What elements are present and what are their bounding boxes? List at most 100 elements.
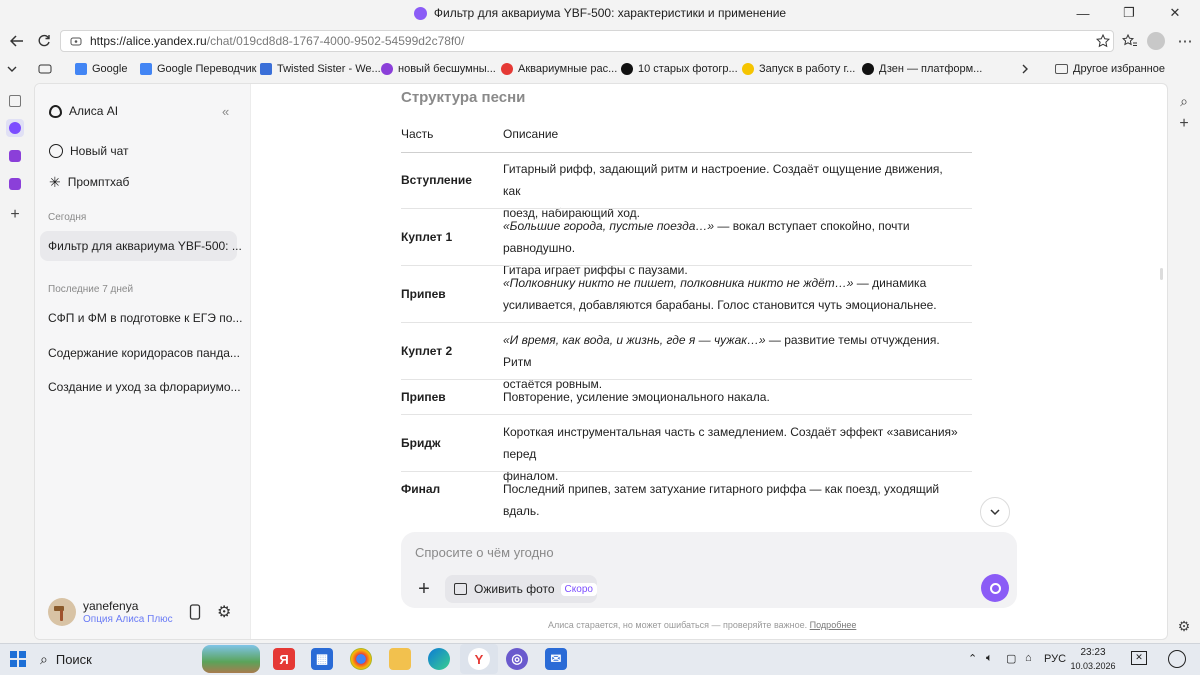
table-cell-description: Повторение, усиление эмоционального нака…	[503, 390, 770, 404]
close-window-button[interactable]: ✕	[1152, 0, 1198, 26]
search-highlight-image[interactable]	[202, 645, 260, 673]
camera-icon[interactable]: ▢	[1006, 652, 1016, 665]
bookmarks-more-chevron-icon[interactable]	[1020, 60, 1030, 78]
amazon-music-icon	[260, 63, 272, 75]
settings-gear-icon[interactable]: ⚙	[217, 602, 231, 622]
new-tab-plus-icon[interactable]: +	[6, 206, 24, 224]
bookmark-item[interactable]: новый бесшумны...	[381, 60, 496, 78]
tray-chevron-icon[interactable]: ⌃	[968, 652, 977, 665]
translate-icon	[140, 63, 152, 75]
yandex-browser-icon[interactable]: Я	[273, 648, 295, 670]
volume-icon[interactable]: 🔈︎	[986, 652, 993, 665]
notifications-icon[interactable]	[1168, 650, 1186, 668]
app-icon[interactable]: ◎	[506, 648, 528, 670]
soon-badge: Скоро	[560, 582, 597, 596]
app-brand: Алиса AI	[49, 104, 118, 118]
url-path: /chat/019cd8d8-1767-4000-9502-54599d2c78…	[206, 34, 465, 48]
phone-icon[interactable]	[189, 604, 201, 625]
bookmark-item[interactable]: Дзен — платформ...	[862, 60, 982, 78]
settings-gear-icon[interactable]: ⚙	[1175, 617, 1193, 635]
attach-plus-icon[interactable]: +	[413, 578, 435, 600]
profile-avatar[interactable]	[1143, 30, 1169, 52]
edge-icon[interactable]	[428, 648, 450, 670]
site-info-icon[interactable]	[69, 34, 83, 48]
play-icon	[742, 63, 754, 75]
reload-icon[interactable]	[31, 30, 57, 52]
alice-tab-icon[interactable]	[6, 147, 24, 165]
bookmark-item[interactable]: 10 старых фотогр...	[621, 60, 738, 78]
bookmark-item[interactable]: Аквариумные рас...	[501, 60, 617, 78]
clock-time[interactable]: 23:23	[1070, 647, 1116, 658]
collapse-sidebar-icon[interactable]: «	[222, 104, 229, 119]
table-cell-part: Куплет 1	[401, 230, 453, 244]
address-bar[interactable]: https://alice.yandex.ru/chat/019cd8d8-17…	[60, 30, 1114, 52]
clock-date[interactable]: 10.03.2026	[1068, 661, 1118, 671]
bookmark-item[interactable]: Twisted Sister - We...	[260, 60, 381, 78]
section-today-label: Сегодня	[48, 212, 87, 223]
add-sidebar-plus-icon[interactable]: +	[1175, 115, 1193, 133]
divider	[401, 322, 972, 323]
favorite-star-icon[interactable]	[1090, 30, 1116, 52]
chat-sidebar	[35, 84, 251, 639]
user-name: yanefenya	[83, 599, 139, 613]
user-plan-link[interactable]: Опция Алиса Плюс	[83, 614, 173, 625]
chat-history-item[interactable]: Содержание коридорасов панда...	[48, 346, 240, 360]
minimize-button[interactable]: —	[1060, 0, 1106, 26]
bookmark-item[interactable]: Google	[75, 60, 127, 78]
more-info-link[interactable]: Подробнее	[810, 620, 857, 630]
table-cell-description: «Полковнику никто не пишет, полковника н…	[503, 276, 937, 312]
alice-favicon-icon	[413, 6, 427, 20]
alice-logo-icon	[49, 104, 62, 118]
other-favorites-folder[interactable]: Другое избранное	[1055, 60, 1165, 78]
maximize-button[interactable]: ❐	[1106, 0, 1152, 26]
chevron-down-icon	[990, 509, 1000, 516]
alice-tab-icon[interactable]	[6, 119, 24, 137]
network-icon[interactable]: ⌂	[1025, 652, 1032, 664]
table-cell-part: Припев	[401, 287, 446, 301]
divider	[401, 471, 972, 472]
table-cell-part: Куплет 2	[401, 344, 453, 358]
taskbar-search[interactable]: ⌕ Поиск	[36, 647, 196, 671]
alice-tab-icon[interactable]	[6, 175, 24, 193]
chat-history-item[interactable]: СФП и ФМ в подготовке к ЕГЭ по...	[48, 311, 242, 325]
divider	[401, 414, 972, 415]
yandex-icon[interactable]: Y	[468, 648, 490, 670]
store-icon[interactable]: ▦	[311, 648, 333, 670]
animate-photo-button[interactable]: Оживить фото Скоро	[445, 575, 597, 603]
table-cell-part: Вступление	[401, 173, 472, 187]
new-chat-button[interactable]: Новый чат	[49, 144, 129, 158]
prompthub-button[interactable]: ✳ Промптхаб	[49, 175, 129, 189]
alice-voice-button[interactable]	[981, 574, 1009, 602]
mail-icon[interactable]: ✉	[545, 648, 567, 670]
accessibility-icon[interactable]: ✕	[1131, 651, 1147, 665]
alice-icon	[381, 63, 393, 75]
avatar[interactable]	[48, 598, 76, 626]
windows-start-icon[interactable]	[10, 651, 26, 672]
table-header-description: Описание	[503, 127, 559, 141]
more-menu-icon[interactable]: ⋯	[1172, 30, 1198, 52]
tab-thumbnail-icon[interactable]	[6, 92, 24, 110]
table-cell-part: Припев	[401, 390, 446, 404]
scroll-down-button[interactable]	[980, 497, 1010, 527]
search-icon[interactable]: ⌕	[1175, 92, 1193, 110]
chat-history-item[interactable]: Создание и уход за флорариумо...	[48, 380, 241, 394]
hammer-icon	[54, 606, 64, 621]
bookmark-item[interactable]: Google Переводчик	[140, 60, 257, 78]
tab-switch-icon[interactable]	[38, 60, 52, 78]
tab-actions-chevron-icon[interactable]	[6, 60, 18, 78]
divider	[401, 379, 972, 380]
alice-logo-icon	[989, 582, 1001, 594]
language-indicator[interactable]: РУС	[1044, 653, 1066, 665]
back-icon[interactable]	[4, 30, 30, 52]
notification-badge-icon	[501, 63, 513, 75]
file-explorer-icon[interactable]	[389, 648, 411, 670]
photo-icon	[454, 583, 467, 595]
prompt-input[interactable]: Спросите о чём угодно	[415, 545, 554, 560]
favorites-list-icon[interactable]	[1117, 30, 1143, 52]
chrome-icon[interactable]	[350, 648, 372, 670]
active-chat-title: Фильтр для аквариума YBF-500: ...	[48, 239, 242, 253]
dzen-icon	[862, 63, 874, 75]
scrollbar-thumb[interactable]	[1160, 268, 1163, 280]
bookmark-item[interactable]: Запуск в работу г...	[742, 60, 855, 78]
divider	[401, 208, 972, 209]
